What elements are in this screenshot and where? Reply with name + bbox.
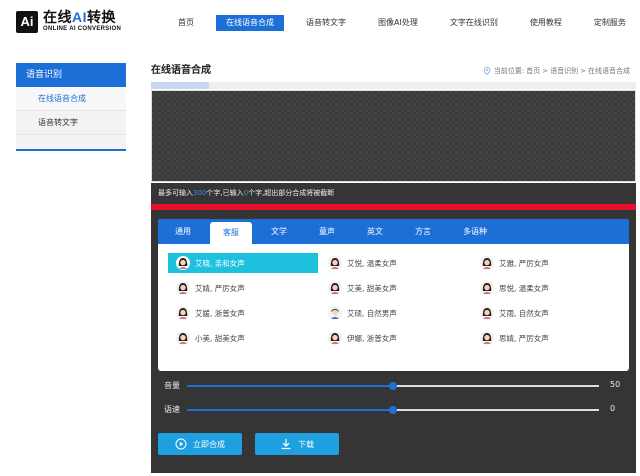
main-nav: 首页 在线语音合成 语音转文字 图像AI处理 文字在线识别 使用教程 定制服务 <box>168 15 640 31</box>
voice-option[interactable]: 艾媛, 浙普女声 <box>168 303 318 323</box>
tab-general[interactable]: 通用 <box>162 219 204 244</box>
tab-english[interactable]: 英文 <box>354 219 396 244</box>
breadcrumb-home[interactable]: 首页 <box>526 66 540 76</box>
breadcrumb-current: 在线语音合成 <box>588 67 630 75</box>
speed-slider-row: 语速 0 <box>151 403 636 417</box>
max-chars: 300 <box>193 189 207 197</box>
voice-selector: 通用 客服 文学 童声 英文 方言 多语种 艾晓, 亲和女声 艾悦, 温柔女声 艾雅… <box>158 219 629 371</box>
female-avatar-icon <box>176 256 190 270</box>
sidebar: 语音识别 在线语音合成 语音转文字 <box>16 63 126 151</box>
voice-option[interactable]: 思悦, 温柔女声 <box>472 278 622 298</box>
female-avatar-icon <box>328 256 342 270</box>
voice-option[interactable]: 艾雅, 严厉女声 <box>472 253 622 273</box>
voice-option-label: 艾晓, 亲和女声 <box>195 258 245 268</box>
female-avatar-icon <box>328 331 342 345</box>
logo-title: 在线AI转换 <box>43 9 116 25</box>
volume-label: 音量 <box>164 381 180 390</box>
voice-option[interactable]: 思婧, 严厉女声 <box>472 328 622 348</box>
voice-option-label: 艾硕, 自然男声 <box>347 308 397 318</box>
voice-option-label: 思悦, 温柔女声 <box>499 283 549 293</box>
loading-strip <box>151 82 636 89</box>
female-avatar-icon <box>176 331 190 345</box>
alert-bar <box>151 204 636 210</box>
breadcrumb-prefix: 当前位置: <box>493 67 525 75</box>
voice-option-label: 艾悦, 温柔女声 <box>347 258 397 268</box>
voice-option-label: 伊娜, 浙普女声 <box>347 333 397 343</box>
volume-value: 50 <box>610 380 621 389</box>
voice-option[interactable]: 艾硕, 自然男声 <box>320 303 470 323</box>
synthesize-button[interactable]: 立即合成 <box>158 433 242 455</box>
volume-slider-row: 音量 50 <box>151 379 636 393</box>
voice-option-label: 艾雅, 严厉女声 <box>499 258 549 268</box>
female-avatar-icon <box>328 281 342 295</box>
female-avatar-icon <box>176 306 190 320</box>
volume-slider-handle[interactable] <box>389 382 397 390</box>
logo[interactable]: Ai 在线AI转换 ONLINE AI CONVERSION <box>16 10 121 33</box>
voice-option[interactable]: 伊娜, 浙普女声 <box>320 328 470 348</box>
voice-option-label: 艾婧, 严厉女声 <box>195 283 245 293</box>
female-avatar-icon <box>480 281 494 295</box>
breadcrumb: 当前位置: 首页 > 语音识别 > 在线语音合成 <box>483 66 632 76</box>
male-avatar-icon <box>328 306 342 320</box>
nav-home[interactable]: 首页 <box>168 15 204 31</box>
breadcrumb-speech[interactable]: 语音识别 <box>550 66 578 76</box>
nav-tts[interactable]: 在线语音合成 <box>216 15 284 31</box>
download-button[interactable]: 下载 <box>255 433 339 455</box>
text-editor <box>151 90 636 182</box>
location-pin-icon <box>483 67 491 75</box>
voice-option[interactable]: 艾悦, 温柔女声 <box>320 253 470 273</box>
voice-option[interactable]: 艾雨, 自然女声 <box>472 303 622 323</box>
female-avatar-icon <box>480 306 494 320</box>
nav-custom-service[interactable]: 定制服务 <box>584 15 636 31</box>
sidebar-item-speech-to-text[interactable]: 语音转文字 <box>16 111 126 135</box>
speed-slider-handle[interactable] <box>389 406 397 414</box>
breadcrumb-separator: > <box>542 67 549 75</box>
breadcrumb-separator: > <box>580 67 586 75</box>
text-input[interactable] <box>152 91 635 181</box>
voice-option-label: 小美, 甜美女声 <box>195 333 245 343</box>
sidebar-heading: 语音识别 <box>16 63 126 87</box>
volume-slider[interactable] <box>187 382 599 390</box>
female-avatar-icon <box>480 331 494 345</box>
speed-label: 语速 <box>164 405 180 414</box>
nav-speech-to-text[interactable]: 语音转文字 <box>296 15 356 31</box>
voice-option[interactable]: 艾婧, 严厉女声 <box>168 278 318 298</box>
tab-dialect[interactable]: 方言 <box>402 219 444 244</box>
voice-option[interactable]: 艾晓, 亲和女声 <box>168 253 318 273</box>
main-header: 在线语音合成 当前位置: 首页 > 语音识别 > 在线语音合成 <box>151 63 636 79</box>
char-limit-hint: 最多可输入300个字,已输入0个字,超出部分合成将被截断 <box>158 189 335 197</box>
header: Ai 在线AI转换 ONLINE AI CONVERSION 首页 在线语音合成… <box>0 0 640 50</box>
voice-option-label: 艾雨, 自然女声 <box>499 308 549 318</box>
nav-tutorial[interactable]: 使用教程 <box>520 15 572 31</box>
download-icon <box>281 439 291 450</box>
logo-subtitle: ONLINE AI CONVERSION <box>43 26 122 32</box>
voice-option[interactable]: 艾美, 甜美女声 <box>320 278 470 298</box>
voice-option-label: 艾媛, 浙普女声 <box>195 308 245 318</box>
sidebar-item-tts[interactable]: 在线语音合成 <box>16 87 126 111</box>
speed-slider[interactable] <box>187 406 599 414</box>
logo-mark: Ai <box>16 10 38 33</box>
synthesis-panel: 最多可输入300个字,已输入0个字,超出部分合成将被截断 通用 客服 文学 童声… <box>151 183 636 473</box>
female-avatar-icon <box>176 281 190 295</box>
nav-ocr[interactable]: 文字在线识别 <box>440 15 508 31</box>
play-icon <box>175 438 187 450</box>
female-avatar-icon <box>480 256 494 270</box>
sidebar-footer <box>16 135 126 151</box>
voice-option-label: 艾美, 甜美女声 <box>347 283 397 293</box>
voice-category-tabs: 通用 客服 文学 童声 英文 方言 多语种 <box>158 219 629 244</box>
tab-literature[interactable]: 文学 <box>258 219 300 244</box>
tab-customer-service[interactable]: 客服 <box>210 222 252 244</box>
voice-option-label: 思婧, 严厉女声 <box>499 333 549 343</box>
voice-option[interactable]: 小美, 甜美女声 <box>168 328 318 348</box>
tab-child-voice[interactable]: 童声 <box>306 219 348 244</box>
speed-value: 0 <box>610 404 616 413</box>
tab-multilingual[interactable]: 多语种 <box>450 219 500 244</box>
nav-image-ai[interactable]: 图像AI处理 <box>368 15 428 31</box>
